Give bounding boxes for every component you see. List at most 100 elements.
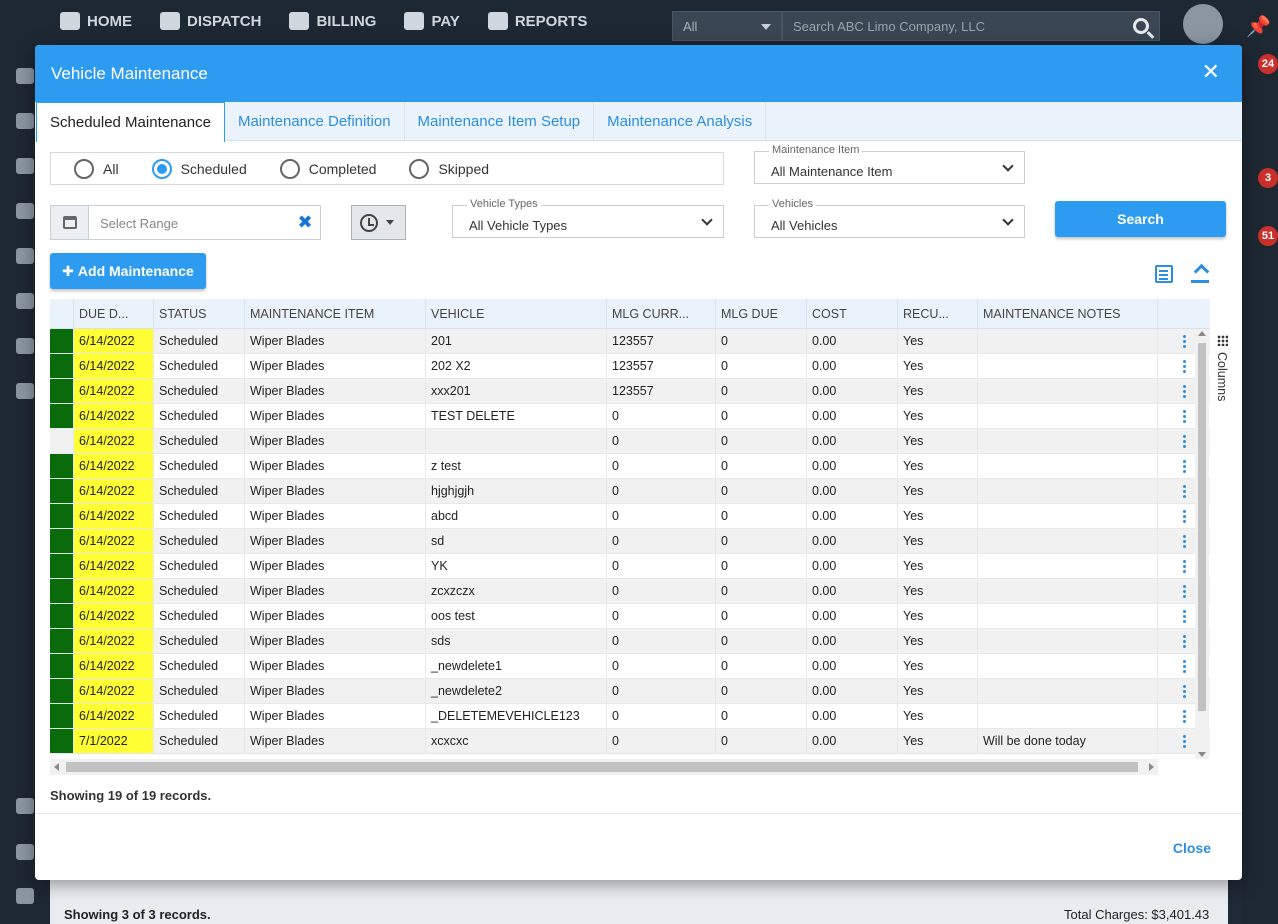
horizontal-scrollbar[interactable] — [50, 759, 1158, 775]
close-icon[interactable]: ✕ — [1202, 61, 1220, 83]
power-icon[interactable] — [16, 888, 34, 904]
column-header-recurring[interactable]: RECU... — [898, 299, 978, 329]
more-vertical-icon[interactable] — [1182, 564, 1186, 568]
shield-icon[interactable] — [16, 798, 34, 814]
column-header-mileage-current[interactable]: MLG CURR... — [607, 299, 716, 329]
history-dropdown-button[interactable] — [351, 205, 406, 240]
column-header-cost[interactable]: COST — [807, 299, 898, 329]
table-row[interactable]: 6/14/2022 Scheduled Wiper Blades abcd 0 0 0.00… — [50, 504, 1210, 529]
more-vertical-icon[interactable] — [1182, 539, 1186, 543]
vertical-scrollbar[interactable] — [1195, 329, 1209, 759]
nav-reports[interactable]: REPORTS — [487, 12, 587, 30]
table-row[interactable]: 6/14/2022 Scheduled Wiper Blades zcxzczx 0 0 0… — [50, 579, 1210, 604]
column-header-notes[interactable]: MAINTENANCE NOTES — [978, 299, 1158, 329]
radio-completed[interactable]: Completed — [279, 158, 376, 179]
avatar[interactable] — [1183, 4, 1223, 44]
nav-pay[interactable]: PAY — [404, 12, 460, 30]
inbox-badge[interactable]: 51 — [1258, 226, 1278, 246]
notification-badge[interactable]: 24 — [1258, 54, 1278, 74]
more-vertical-icon[interactable] — [1182, 514, 1186, 518]
help-icon[interactable] — [16, 844, 34, 860]
table-row[interactable]: 7/1/2022 Scheduled Wiper Blades xcxcxc 0 0 0.0… — [50, 729, 1210, 754]
table-row[interactable]: 6/14/2022 Scheduled Wiper Blades sd 0 0 0.00 Ye… — [50, 529, 1210, 554]
table-row[interactable]: 6/14/2022 Scheduled Wiper Blades 202 X2 1235… — [50, 354, 1210, 379]
nav-home[interactable]: HOME — [60, 12, 132, 30]
maintenance-item-select[interactable]: Maintenance Item All Maintenance Item — [754, 144, 1025, 184]
more-vertical-icon[interactable] — [1182, 639, 1186, 643]
more-vertical-icon[interactable] — [1182, 339, 1186, 343]
scroll-down-icon[interactable] — [1198, 752, 1206, 757]
more-vertical-icon[interactable] — [1182, 439, 1186, 443]
more-vertical-icon[interactable] — [1182, 389, 1186, 393]
user-icon[interactable] — [16, 68, 34, 84]
tab-scheduled-maintenance[interactable]: Scheduled Maintenance — [36, 102, 225, 142]
table-row[interactable]: 6/14/2022 Scheduled Wiper Blades 0 0 0.00 Yes — [50, 429, 1210, 454]
radio-skipped[interactable]: Skipped — [409, 158, 489, 179]
edit-list-icon[interactable] — [1155, 265, 1173, 283]
tools-icon[interactable] — [16, 338, 34, 354]
date-range-input[interactable]: Select Range — [89, 206, 290, 239]
vehicles-select[interactable]: Vehicles All Vehicles — [754, 198, 1025, 238]
table-row[interactable]: 6/14/2022 Scheduled Wiper Blades _DELETEMEV… — [50, 704, 1210, 729]
scroll-thumb[interactable] — [66, 762, 1138, 772]
scroll-thumb[interactable] — [1198, 343, 1206, 711]
more-vertical-icon[interactable] — [1182, 589, 1186, 593]
table-row[interactable]: 6/14/2022 Scheduled Wiper Blades hjghjgjh 0 0… — [50, 479, 1210, 504]
column-header-maintenance-item[interactable]: MAINTENANCE ITEM — [245, 299, 426, 329]
more-vertical-icon[interactable] — [1182, 739, 1186, 743]
table-row[interactable]: 6/14/2022 Scheduled Wiper Blades YK 0 0 0.00 Ye… — [50, 554, 1210, 579]
more-vertical-icon[interactable] — [1182, 689, 1186, 693]
tab-maintenance-definition[interactable]: Maintenance Definition — [225, 102, 405, 141]
more-vertical-icon[interactable] — [1182, 664, 1186, 668]
global-search-input[interactable]: Search ABC Limo Company, LLC — [782, 11, 1160, 41]
calendar-button[interactable] — [51, 206, 89, 239]
search-icon[interactable] — [1133, 18, 1149, 34]
scroll-left-icon[interactable] — [54, 763, 59, 771]
table-row[interactable]: 6/14/2022 Scheduled Wiper Blades _newdelete… — [50, 679, 1210, 704]
pin-icon[interactable]: 📌 — [1246, 14, 1271, 39]
table-row[interactable]: 6/14/2022 Scheduled Wiper Blades sds 0 0 0.00 Y… — [50, 629, 1210, 654]
close-button[interactable]: Close — [1173, 840, 1211, 856]
columns-panel-toggle[interactable]: Columns — [1213, 335, 1231, 401]
nav-billing[interactable]: BILLING — [289, 12, 376, 30]
search-button[interactable]: Search — [1055, 201, 1226, 237]
table-row[interactable]: 6/14/2022 Scheduled Wiper Blades z test 0 0 0.… — [50, 454, 1210, 479]
column-header-due-date[interactable]: DUE D... — [74, 299, 154, 329]
bus-icon[interactable] — [16, 248, 34, 264]
table-row[interactable]: 6/14/2022 Scheduled Wiper Blades TEST DELET… — [50, 404, 1210, 429]
more-vertical-icon[interactable] — [1182, 614, 1186, 618]
cell-maintenance-item: Wiper Blades — [245, 429, 426, 453]
export-icon[interactable] — [1191, 265, 1209, 283]
money-stack-icon[interactable] — [16, 158, 34, 174]
more-vertical-icon[interactable] — [1182, 464, 1186, 468]
vehicle-types-select[interactable]: Vehicle Types All Vehicle Types — [452, 198, 724, 238]
scroll-right-icon[interactable] — [1149, 763, 1154, 771]
settings-icon[interactable] — [16, 203, 34, 219]
calendar-icon[interactable] — [16, 293, 34, 309]
more-vertical-icon[interactable] — [1182, 414, 1186, 418]
add-maintenance-button[interactable]: ✚ Add Maintenance — [50, 253, 206, 289]
nav-dispatch[interactable]: DISPATCH — [160, 12, 261, 30]
more-vertical-icon[interactable] — [1182, 714, 1186, 718]
cell-due-date: 6/14/2022 — [74, 479, 154, 503]
column-header-mileage-due[interactable]: MLG DUE — [716, 299, 807, 329]
building-icon[interactable] — [16, 113, 34, 129]
clear-icon[interactable]: ✖ — [290, 206, 320, 239]
column-header-vehicle[interactable]: VEHICLE — [426, 299, 607, 329]
chat-badge[interactable]: 3 — [1258, 168, 1278, 188]
radio-scheduled[interactable]: Scheduled — [151, 158, 247, 179]
search-scope-select[interactable]: All — [672, 11, 782, 41]
tab-maintenance-analysis[interactable]: Maintenance Analysis — [594, 102, 767, 141]
radio-all[interactable]: All — [74, 158, 119, 179]
more-vertical-icon[interactable] — [1182, 364, 1186, 368]
cloud-icon[interactable] — [16, 383, 34, 399]
column-header-status[interactable]: STATUS — [154, 299, 245, 329]
table-row[interactable]: 6/14/2022 Scheduled Wiper Blades _newdelete… — [50, 654, 1210, 679]
table-row[interactable]: 6/14/2022 Scheduled Wiper Blades 201 123557 0… — [50, 329, 1210, 354]
date-range-picker[interactable]: Select Range ✖ — [50, 205, 321, 240]
table-row[interactable]: 6/14/2022 Scheduled Wiper Blades oos test 0 0… — [50, 604, 1210, 629]
more-vertical-icon[interactable] — [1182, 489, 1186, 493]
table-row[interactable]: 6/14/2022 Scheduled Wiper Blades xxx201 1235… — [50, 379, 1210, 404]
scroll-up-icon[interactable] — [1198, 331, 1206, 336]
tab-maintenance-item-setup[interactable]: Maintenance Item Setup — [405, 102, 595, 141]
